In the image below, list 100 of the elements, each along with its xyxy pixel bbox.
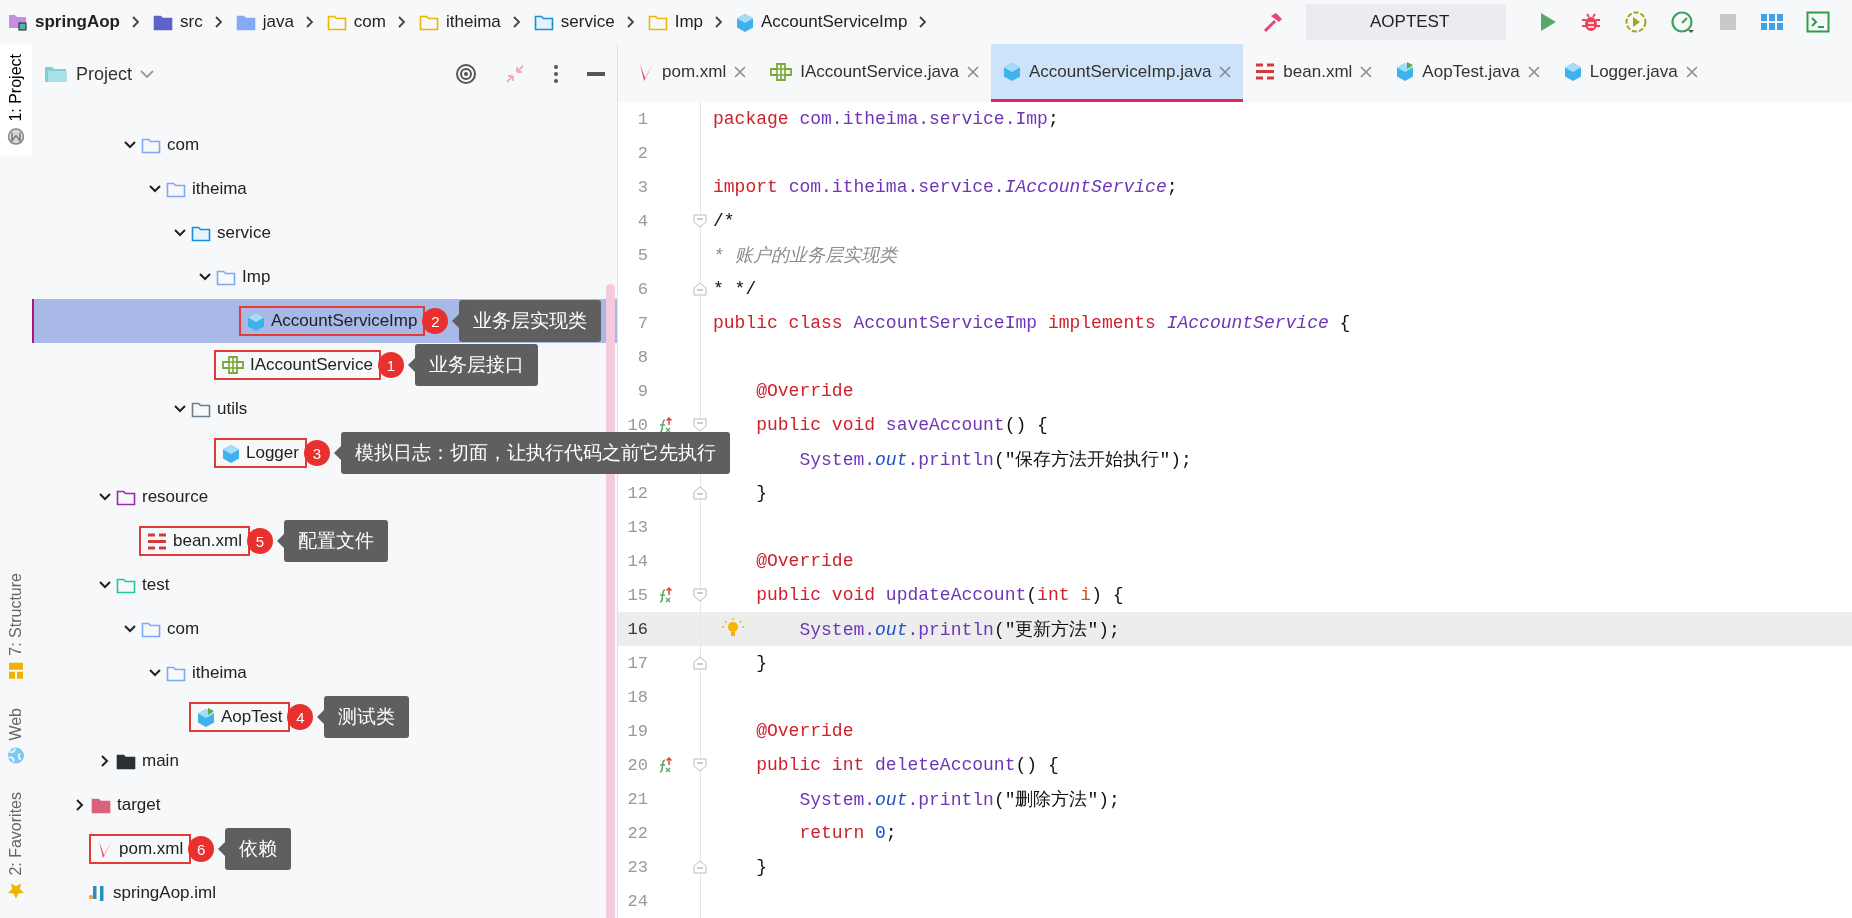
breadcrumb-item[interactable]: java	[262, 12, 294, 32]
grid-icon[interactable]	[1760, 12, 1784, 32]
callout-tooltip: 测试类	[317, 696, 410, 738]
line-number: 15	[626, 585, 648, 605]
fold-marker-icon[interactable]	[693, 486, 707, 500]
chevron-icon	[213, 15, 224, 29]
line-number: 6	[636, 279, 648, 299]
tool-window-tab[interactable]: 2: Favorites	[0, 782, 32, 910]
fold-marker-icon[interactable]	[693, 860, 707, 874]
target-icon[interactable]	[455, 63, 477, 85]
close-icon[interactable]	[1527, 65, 1540, 78]
cube-icon	[1563, 62, 1582, 81]
tree-item-label: main	[142, 751, 179, 771]
editor-tab[interactable]: bean.xml	[1243, 44, 1385, 102]
breadcrumb-item[interactable]: springAop	[35, 12, 120, 32]
close-icon[interactable]	[1685, 65, 1698, 78]
tree-row[interactable]: itheima	[32, 651, 617, 695]
tree-row[interactable]: com	[32, 123, 617, 167]
tree-row[interactable]: IAccountService 1 业务层接口	[32, 343, 617, 387]
editor-tab[interactable]: AopTest.java	[1384, 44, 1552, 102]
editor-tab[interactable]: IAccountService.java	[758, 44, 991, 102]
line-number: 2	[636, 143, 648, 163]
tree-row[interactable]: service	[32, 211, 617, 255]
line-number: 14	[626, 551, 648, 571]
breadcrumb-item[interactable]: com	[353, 12, 386, 32]
editor-tab[interactable]: Logger.java	[1551, 44, 1710, 102]
module-file-icon	[89, 884, 107, 902]
code-text: package com.itheima.service.Imp;	[713, 109, 1059, 129]
tree-row[interactable]: AopTest 4 测试类	[32, 695, 617, 739]
tool-window-tab[interactable]: Web	[0, 697, 32, 775]
tree-row[interactable]: Imp	[32, 255, 617, 299]
tree-row[interactable]: main	[32, 739, 617, 783]
breadcrumb-item[interactable]: itheima	[446, 12, 501, 32]
tree-row[interactable]: AccountServiceImp 2 业务层实现类	[32, 299, 617, 343]
line-number: 9	[636, 381, 648, 401]
tree-item-label: pom.xml	[119, 839, 184, 859]
tree-row[interactable]: test	[32, 563, 617, 607]
override-icon[interactable]	[657, 586, 673, 604]
bug-icon[interactable]	[1580, 11, 1602, 33]
override-icon[interactable]	[657, 416, 673, 434]
tree-item-label: bean.xml	[173, 531, 242, 551]
line-number: 16	[626, 619, 648, 639]
tree-row[interactable]: resource	[32, 475, 617, 519]
fold-marker-icon[interactable]	[693, 418, 707, 432]
tree-item-label: utils	[217, 399, 248, 419]
tree-row[interactable]: springAop.iml	[32, 871, 617, 915]
plus-shape-icon	[770, 62, 793, 81]
hammer-icon[interactable]	[1262, 11, 1284, 33]
fold-marker-icon[interactable]	[693, 214, 707, 228]
editor-tab[interactable]: pom.xml	[626, 44, 759, 102]
fold-marker-icon[interactable]	[693, 656, 707, 670]
code-text: System.out.println("更新方法");	[799, 619, 1120, 641]
breadcrumb-item[interactable]: src	[180, 12, 203, 32]
close-icon[interactable]	[1360, 65, 1373, 78]
breadcrumb-item[interactable]: AccountServiceImp	[761, 12, 908, 32]
code-text: public void saveAccount() {	[756, 415, 1048, 435]
run-config-dropdown[interactable]: AOPTEST	[1306, 4, 1506, 40]
gauge-icon[interactable]	[1670, 10, 1696, 34]
fold-marker-icon[interactable]	[693, 758, 707, 772]
play-circle-icon[interactable]	[1624, 10, 1648, 34]
folder-icon	[141, 620, 161, 638]
tree-row[interactable]: itheima	[32, 167, 617, 211]
tree-row[interactable]: bean.xml 5 配置文件	[32, 519, 617, 563]
caret-icon[interactable]	[140, 69, 155, 79]
override-icon[interactable]	[657, 756, 673, 774]
tree-row[interactable]: pom.xml 6 依赖	[32, 827, 617, 871]
package-folder-icon	[647, 13, 668, 31]
fold-marker-icon[interactable]	[693, 588, 707, 602]
collapse-icon[interactable]	[505, 64, 525, 84]
code-text: @Override	[756, 381, 854, 401]
tool-window-tab[interactable]: 1: Project	[0, 44, 32, 156]
tool-window-tab[interactable]: 7: Structure	[0, 563, 32, 690]
line-number: 19	[626, 721, 648, 741]
tree-item-label: Imp	[242, 267, 271, 287]
panel-title[interactable]: Project	[76, 63, 133, 85]
tree-item-label: com	[167, 135, 200, 155]
fold-marker-icon[interactable]	[693, 282, 707, 296]
line-number: 7	[636, 313, 648, 333]
tree-row[interactable]: target	[32, 783, 617, 827]
editor-tab[interactable]: AccountServiceImp.java	[991, 44, 1244, 102]
tree-row[interactable]: utils	[32, 387, 617, 431]
minimize-icon[interactable]	[587, 71, 605, 77]
close-icon[interactable]	[967, 65, 979, 78]
cube-icon	[247, 311, 265, 331]
chevron-icon	[131, 15, 141, 29]
close-icon[interactable]	[1219, 65, 1232, 78]
close-icon[interactable]	[734, 65, 747, 78]
breadcrumb-item[interactable]: service	[560, 12, 615, 32]
more-icon[interactable]	[553, 64, 559, 84]
terminal-icon[interactable]	[1806, 11, 1830, 33]
run-icon[interactable]	[1538, 11, 1558, 33]
callout-number: 4	[287, 704, 314, 730]
structure-icon	[8, 661, 24, 680]
chevron-icon	[918, 15, 929, 29]
tree-item-label: springAop.iml	[113, 883, 216, 903]
tree-row[interactable]: com	[32, 607, 617, 651]
test-folder-icon	[116, 576, 136, 594]
breadcrumb-item[interactable]: Imp	[674, 12, 703, 32]
code-text: public int deleteAccount() {	[756, 755, 1059, 775]
line-number: 1	[636, 109, 648, 129]
